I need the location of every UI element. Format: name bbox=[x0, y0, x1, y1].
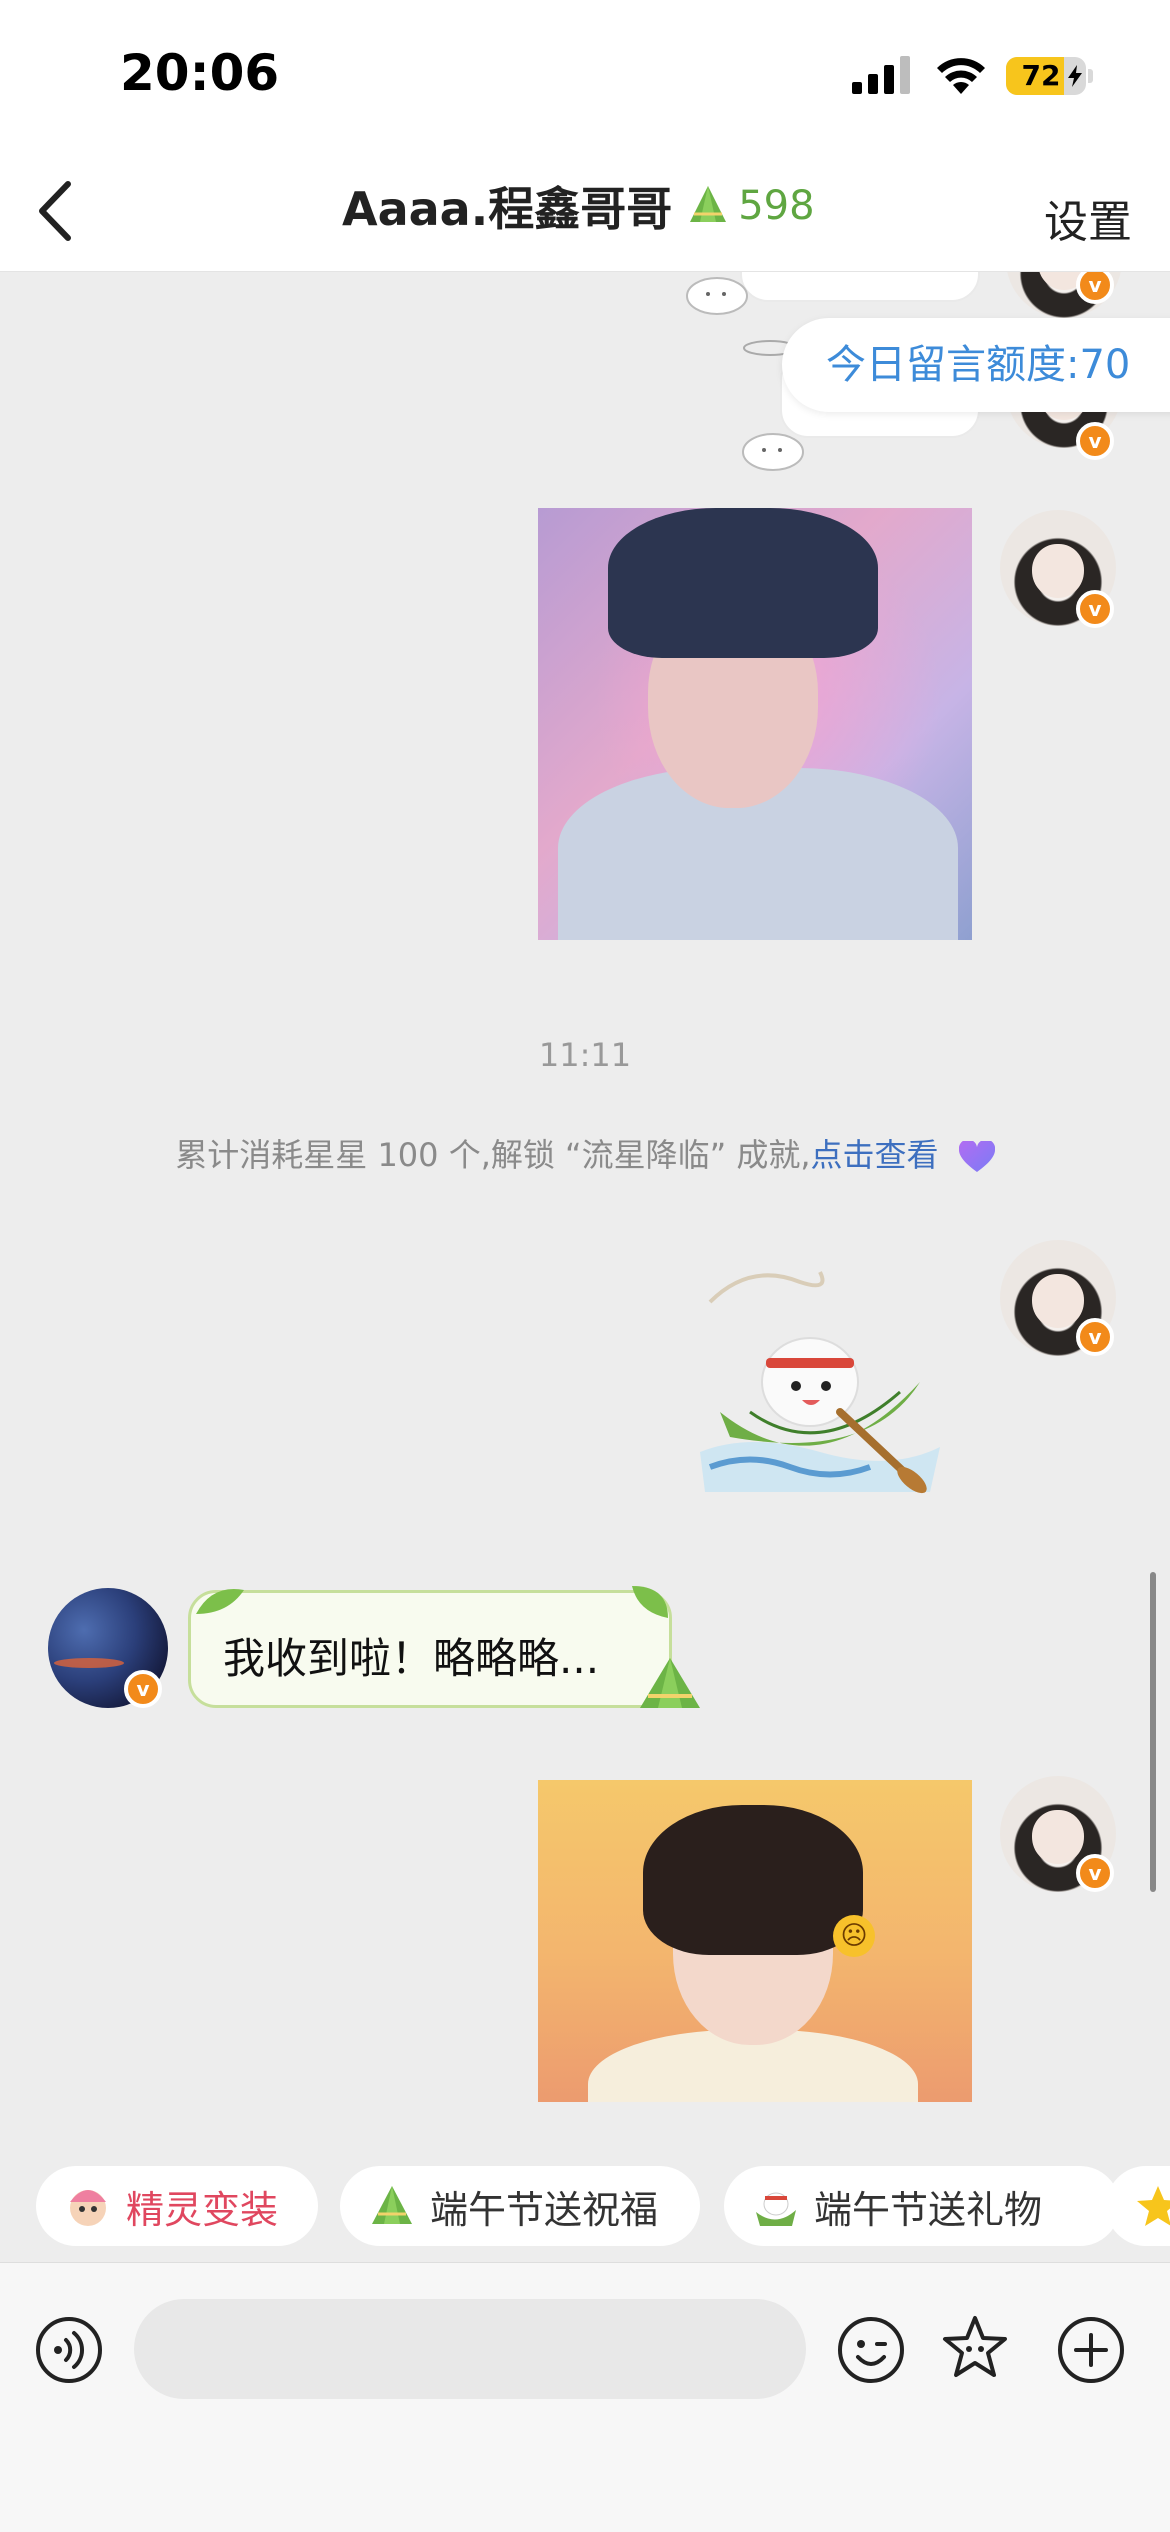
dragon-boat-blessing-chip[interactable]: 端午节送祝福 bbox=[340, 2166, 700, 2246]
emoji-icon[interactable] bbox=[836, 2315, 906, 2385]
verified-badge-icon: v bbox=[1076, 590, 1114, 628]
battery-percent: 72 bbox=[1021, 59, 1061, 92]
heart-icon bbox=[958, 1141, 995, 1172]
chip-label: 端午节送祝福 bbox=[430, 2187, 659, 2232]
verified-badge-icon: v bbox=[1076, 1318, 1114, 1356]
message-text: 我收到啦！略略略... bbox=[223, 1634, 600, 1683]
message-timestamp: 11:11 bbox=[538, 1036, 632, 1074]
image-message[interactable] bbox=[538, 508, 972, 940]
zongzi-icon bbox=[640, 1658, 700, 1708]
dragon-boat-gift-chip[interactable]: 端午节送礼物 bbox=[724, 2166, 1120, 2246]
chat-message-list[interactable]: v v 今日留言额度:70 v 11:11 累计消耗星星 100 个,解锁 “流… bbox=[0, 272, 1170, 2102]
chat-scrollbar[interactable] bbox=[1150, 1572, 1156, 1892]
settings-button[interactable]: 设置 bbox=[1044, 186, 1132, 250]
message-input[interactable] bbox=[134, 2299, 806, 2399]
page-title: Aaaa.程鑫哥哥 598 bbox=[342, 176, 815, 236]
incoming-message-bubble[interactable]: 我收到啦！略略略... bbox=[188, 1590, 672, 1708]
quick-action-bar: 精灵变装 端午节送祝福 端午节送礼物 bbox=[0, 2102, 1170, 2262]
wifi-icon bbox=[937, 58, 985, 94]
back-chevron-icon[interactable] bbox=[26, 176, 86, 246]
sprite-dressup-chip[interactable]: 精灵变装 bbox=[36, 2166, 318, 2246]
sprite-icon bbox=[70, 2190, 106, 2226]
cat-decoration-icon bbox=[742, 433, 804, 471]
chip-label: 端午节送礼物 bbox=[814, 2187, 1043, 2232]
star-count: 598 bbox=[738, 183, 815, 229]
star-chip-icon bbox=[1137, 2186, 1170, 2226]
system-message: 累计消耗星星 100 个,解锁 “流星降临” 成就,点击查看 bbox=[0, 1130, 1170, 1176]
daily-message-quota: 今日留言额度:70 bbox=[782, 318, 1170, 412]
cellular-signal-icon bbox=[852, 56, 910, 94]
leaf-decoration-icon bbox=[196, 1589, 244, 1614]
contact-name: Aaaa.程鑫哥哥 bbox=[342, 182, 673, 236]
zongzi-boat-sticker[interactable] bbox=[690, 1262, 950, 1502]
battery-tip bbox=[1088, 69, 1093, 83]
verified-badge-icon: v bbox=[1076, 422, 1114, 460]
verified-badge-icon: v bbox=[124, 1670, 162, 1708]
verified-badge-icon: v bbox=[1076, 272, 1114, 304]
voice-icon[interactable] bbox=[34, 2315, 104, 2385]
view-achievement-link[interactable]: 点击查看 bbox=[811, 1136, 939, 1174]
battery-charging-icon: 72 bbox=[1006, 57, 1086, 95]
star-icon[interactable] bbox=[940, 2313, 1010, 2383]
gift-icon bbox=[756, 2192, 796, 2226]
message-input-bar bbox=[0, 2262, 1170, 2532]
status-time: 20:06 bbox=[120, 44, 280, 102]
message-bubble-partial bbox=[740, 272, 980, 302]
cat-decoration-icon bbox=[686, 277, 748, 315]
chip-label: 精灵变装 bbox=[126, 2187, 279, 2232]
chat-header: Aaaa.程鑫哥哥 598 设置 bbox=[0, 150, 1170, 272]
leaf-decoration-icon bbox=[632, 1586, 668, 1618]
system-message-text: 累计消耗星星 100 个,解锁 “流星降临” 成就, bbox=[175, 1136, 811, 1174]
bolt-icon bbox=[1068, 65, 1082, 87]
more-chip[interactable] bbox=[1106, 2166, 1170, 2246]
zongzi-icon bbox=[372, 2186, 412, 2224]
zongzi-icon bbox=[690, 186, 727, 222]
verified-badge-icon: v bbox=[1076, 1854, 1114, 1892]
status-bar: 20:06 72 bbox=[0, 0, 1170, 150]
plus-icon[interactable] bbox=[1056, 2315, 1126, 2385]
image-message[interactable]: ☹ bbox=[538, 1780, 972, 2102]
